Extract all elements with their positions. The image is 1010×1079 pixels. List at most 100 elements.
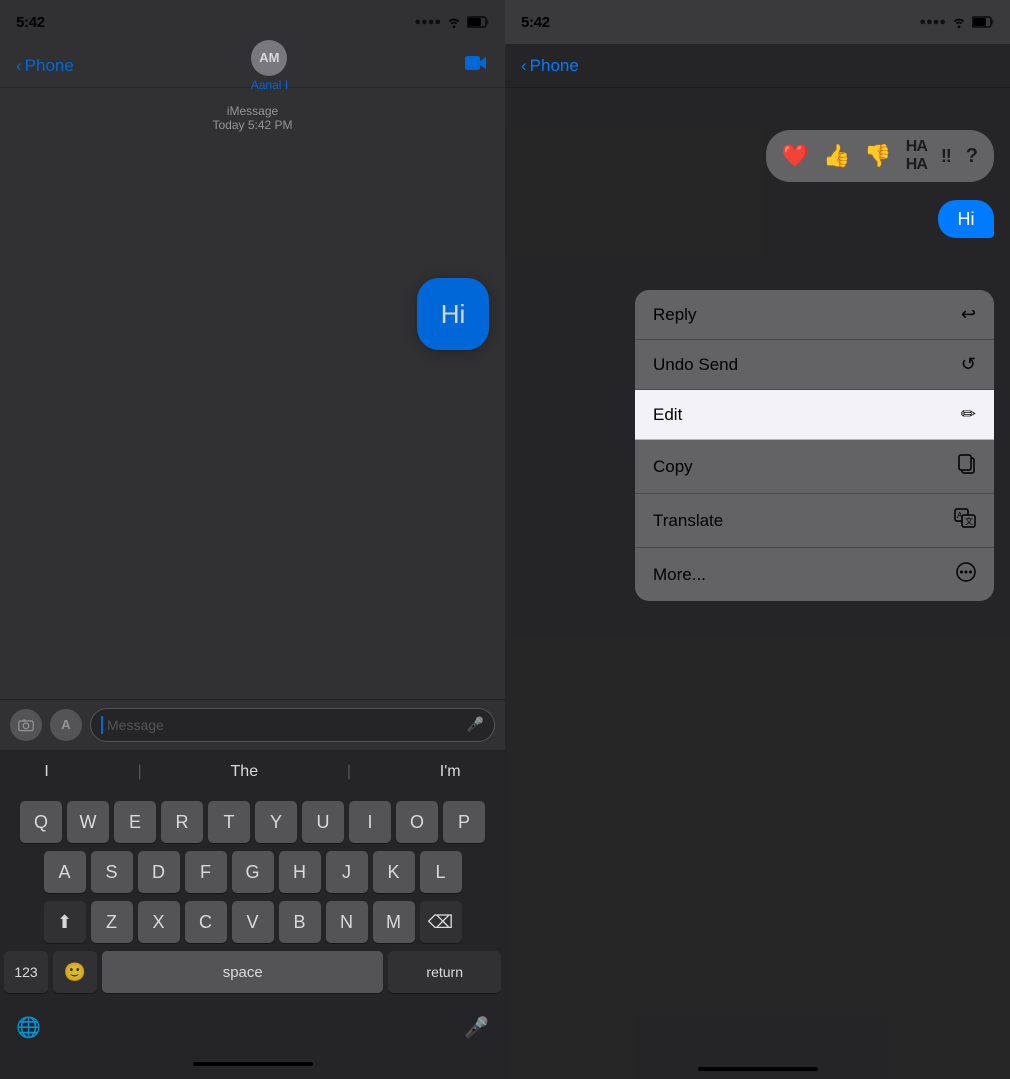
key-r[interactable]: R: [161, 801, 203, 843]
pred-word-3[interactable]: I'm: [440, 763, 461, 781]
input-placeholder: Message: [107, 717, 164, 733]
key-k[interactable]: K: [373, 851, 415, 893]
back-button-left[interactable]: ‹ Phone: [16, 56, 74, 76]
key-c[interactable]: C: [185, 901, 227, 943]
status-icons-right: ●●●●: [919, 16, 994, 28]
globe-icon-left[interactable]: 🌐: [16, 1015, 41, 1040]
battery-icon-right: [972, 16, 994, 28]
avatar-left: AM: [251, 40, 287, 76]
context-menu-reply[interactable]: Reply ↩: [635, 290, 994, 340]
text-cursor: [101, 716, 103, 734]
hi-bubble-left: Hi: [417, 278, 489, 350]
home-bar-left: [193, 1062, 313, 1066]
key-t[interactable]: T: [208, 801, 250, 843]
status-bar-right: 5:42 ●●●●: [505, 0, 1010, 44]
status-icons-left: ●●●●: [414, 16, 489, 28]
key-o[interactable]: O: [396, 801, 438, 843]
key-b[interactable]: B: [279, 901, 321, 943]
reaction-heart[interactable]: ❤️: [782, 143, 809, 169]
key-p[interactable]: P: [443, 801, 485, 843]
reaction-thumbsdown[interactable]: 👎: [864, 143, 891, 169]
context-menu-edit[interactable]: Edit ✏: [635, 390, 994, 440]
context-undo-label: Undo Send: [653, 355, 738, 375]
key-a[interactable]: A: [44, 851, 86, 893]
back-label-right: Phone: [530, 56, 579, 76]
reaction-haha[interactable]: HAHA: [906, 138, 927, 174]
imessage-time: Today 5:42 PM: [212, 118, 292, 132]
message-area-left: iMessage Today 5:42 PM Hi: [0, 88, 505, 699]
signal-icon-right: ●●●●: [919, 16, 946, 28]
key-x[interactable]: X: [138, 901, 180, 943]
pred-word-2[interactable]: The: [231, 763, 259, 781]
status-time-left: 5:42: [16, 14, 45, 31]
context-translate-label: Translate: [653, 511, 723, 531]
chevron-left-icon-left: ‹: [16, 56, 22, 76]
left-panel: 5:42 ●●●● ‹ Phone AM Aanal I: [0, 0, 505, 1079]
key-l[interactable]: L: [420, 851, 462, 893]
context-reply-label: Reply: [653, 305, 696, 325]
context-translate-icon: A 文: [954, 508, 976, 533]
key-g[interactable]: G: [232, 851, 274, 893]
context-menu-more[interactable]: More...: [635, 548, 994, 601]
signal-icon-left: ●●●●: [414, 16, 441, 28]
back-button-right[interactable]: ‹ Phone: [521, 56, 579, 76]
key-delete[interactable]: ⌫: [420, 901, 462, 943]
key-return[interactable]: return: [388, 951, 501, 993]
key-w[interactable]: W: [67, 801, 109, 843]
context-copy-icon: [958, 454, 976, 479]
nav-title-left[interactable]: AM Aanal I: [251, 40, 288, 92]
svg-text:文: 文: [965, 516, 973, 526]
bottom-bar-left: 🌐 🎤: [0, 1005, 505, 1049]
reaction-thumbsup[interactable]: 👍: [823, 143, 850, 169]
key-y[interactable]: Y: [255, 801, 297, 843]
key-e[interactable]: E: [114, 801, 156, 843]
key-j[interactable]: J: [326, 851, 368, 893]
key-shift[interactable]: ⬆: [44, 901, 86, 943]
wifi-icon-right: [951, 16, 967, 28]
context-more-label: More...: [653, 565, 706, 585]
key-row-1: Q W E R T Y U I O P: [4, 801, 501, 843]
key-emoji[interactable]: 🙂: [53, 951, 97, 993]
key-q[interactable]: Q: [20, 801, 62, 843]
apps-button[interactable]: A: [50, 709, 82, 741]
key-row-3: ⬆ Z X C V B N M ⌫: [4, 901, 501, 943]
context-menu-copy[interactable]: Copy: [635, 440, 994, 494]
key-u[interactable]: U: [302, 801, 344, 843]
video-call-button-left[interactable]: [465, 54, 489, 78]
key-s[interactable]: S: [91, 851, 133, 893]
imessage-label: iMessage: [227, 104, 278, 118]
key-f[interactable]: F: [185, 851, 227, 893]
right-panel: 5:42 ●●●● ‹ Phone ❤️ 👍 👎 HAHA ‼ ?: [505, 0, 1010, 1079]
context-menu-translate[interactable]: Translate A 文: [635, 494, 994, 548]
back-label-left: Phone: [25, 56, 74, 76]
status-bar-left: 5:42 ●●●●: [0, 0, 505, 44]
mic-icon-left[interactable]: 🎤: [464, 1015, 489, 1040]
key-space[interactable]: space: [102, 951, 383, 993]
hi-bubble-icon: Hi: [417, 278, 489, 350]
context-menu-undo-send[interactable]: Undo Send ↺: [635, 340, 994, 390]
hi-message-bubble: Hi: [938, 200, 994, 238]
key-h[interactable]: H: [279, 851, 321, 893]
context-copy-label: Copy: [653, 457, 693, 477]
key-n[interactable]: N: [326, 901, 368, 943]
key-d[interactable]: D: [138, 851, 180, 893]
reaction-question[interactable]: ?: [966, 145, 978, 168]
nav-bar-left: ‹ Phone AM Aanal I: [0, 44, 505, 88]
message-input[interactable]: Message 🎤: [90, 708, 495, 742]
key-m[interactable]: M: [373, 901, 415, 943]
context-edit-icon: ✏: [961, 404, 976, 425]
keyboard: Q W E R T Y U I O P A S D F G H J K L ⬆ …: [0, 793, 505, 1005]
status-time-right: 5:42: [521, 14, 550, 31]
key-123[interactable]: 123: [4, 951, 48, 993]
pred-word-1[interactable]: I: [44, 763, 48, 781]
battery-icon-left: [467, 16, 489, 28]
camera-button[interactable]: [10, 709, 42, 741]
key-v[interactable]: V: [232, 901, 274, 943]
context-undo-icon: ↺: [961, 354, 976, 375]
reaction-exclaim[interactable]: ‼: [941, 146, 952, 167]
reaction-bar: ❤️ 👍 👎 HAHA ‼ ?: [766, 130, 994, 182]
context-edit-label: Edit: [653, 405, 682, 425]
key-z[interactable]: Z: [91, 901, 133, 943]
context-more-icon: [956, 562, 976, 587]
key-i[interactable]: I: [349, 801, 391, 843]
